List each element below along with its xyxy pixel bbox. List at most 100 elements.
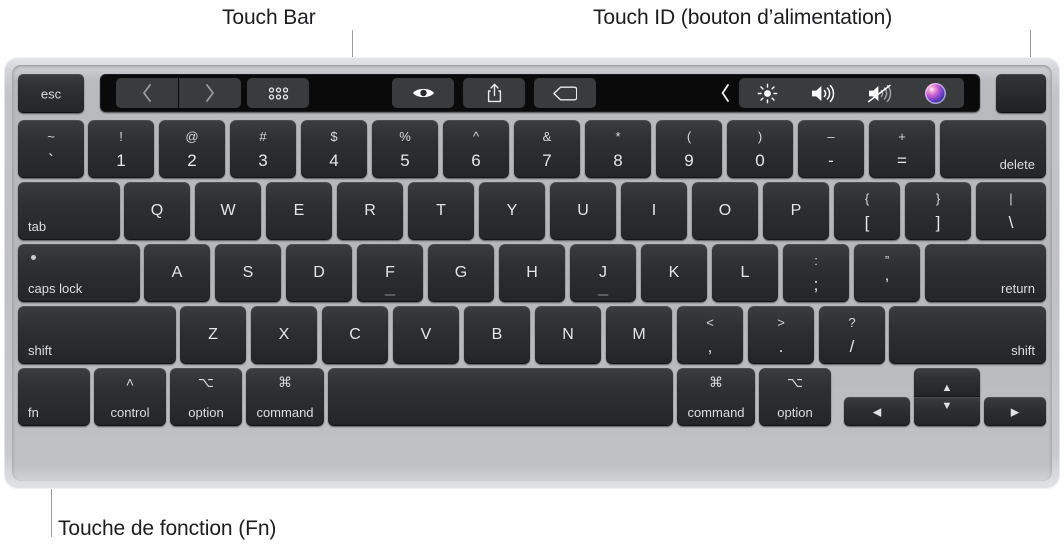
key-w[interactable]: W xyxy=(195,182,261,240)
key-6[interactable]: ^ 6 xyxy=(443,120,509,178)
key-1[interactable]: ! 1 xyxy=(88,120,154,178)
key-j[interactable]: J xyxy=(570,244,636,302)
macbook-keyboard-diagram: Touch Bar Touch ID (bouton d’alimentatio… xyxy=(0,0,1064,551)
siri-icon[interactable] xyxy=(908,78,964,108)
key-arrow-down[interactable]: ▼ xyxy=(914,397,980,426)
touch-bar[interactable] xyxy=(100,74,980,112)
app-grid-icon[interactable] xyxy=(247,78,309,108)
key-k[interactable]: K xyxy=(641,244,707,302)
key-t[interactable]: T xyxy=(408,182,474,240)
volume-up-icon-glyph xyxy=(812,84,835,102)
key-command-left[interactable]: ⌘ command xyxy=(246,368,324,426)
caps-lock-indicator xyxy=(31,255,36,260)
key-a[interactable]: A xyxy=(144,244,210,302)
brightness-icon[interactable] xyxy=(739,78,795,108)
key-o[interactable]: O xyxy=(692,182,758,240)
key-3[interactable]: #3 xyxy=(230,120,296,178)
key-7[interactable]: & 7 xyxy=(514,120,580,178)
key-option-right[interactable]: ⌥ option xyxy=(759,368,831,426)
key-i[interactable]: I xyxy=(621,182,687,240)
key-caps-lock[interactable]: caps lock xyxy=(18,244,140,302)
mute-icon[interactable] xyxy=(852,78,908,108)
callout-touch-bar-label: Touch Bar xyxy=(222,6,316,29)
key-delete-label: delete xyxy=(999,157,1035,172)
key-grave-labels: ~ ` xyxy=(47,128,55,170)
preview-eye-icon-glyph xyxy=(412,88,434,98)
volume-up-icon[interactable] xyxy=(795,78,851,108)
expand-chevron-icon[interactable] xyxy=(714,78,736,108)
key-e[interactable]: E xyxy=(266,182,332,240)
preview-eye-icon[interactable] xyxy=(392,78,454,108)
key-quote[interactable]: ”’ xyxy=(854,244,920,302)
key-4[interactable]: $4 xyxy=(301,120,367,178)
siri-icon-glyph xyxy=(925,82,947,104)
key-arrow-right[interactable]: ▶ xyxy=(984,397,1046,426)
key-option-left[interactable]: ⌥ option xyxy=(170,368,242,426)
forward-icon-glyph xyxy=(206,84,214,102)
key-tab[interactable]: tab xyxy=(18,182,120,240)
back-icon[interactable] xyxy=(116,78,178,108)
tag-icon[interactable] xyxy=(534,78,596,108)
key-grave[interactable]: ~ ` xyxy=(18,120,84,178)
brightness-icon-glyph xyxy=(757,83,778,103)
key-m[interactable]: M xyxy=(606,306,672,364)
home-row-bump-f xyxy=(384,294,396,296)
key-slash[interactable]: ? / xyxy=(819,306,885,364)
key-l[interactable]: L xyxy=(712,244,778,302)
key-minus[interactable]: – - xyxy=(798,120,864,178)
key-p[interactable]: P xyxy=(763,182,829,240)
command-icon: ⌘ xyxy=(278,374,292,390)
key-arrow-left[interactable]: ◀ xyxy=(844,397,910,426)
key-backslash[interactable]: | \ xyxy=(976,182,1046,240)
key-arrow-up[interactable]: ▲ xyxy=(914,368,980,397)
option-icon: ⌥ xyxy=(197,374,215,390)
key-d[interactable]: D xyxy=(286,244,352,302)
arrow-right-icon: ▶ xyxy=(1010,406,1020,418)
touch-id-button[interactable] xyxy=(996,74,1046,113)
key-space[interactable] xyxy=(328,368,673,426)
key-u[interactable]: U xyxy=(550,182,616,240)
key-n[interactable]: N xyxy=(535,306,601,364)
mute-icon-glyph xyxy=(867,84,891,102)
key-c[interactable]: C xyxy=(322,306,388,364)
share-icon[interactable] xyxy=(463,78,525,108)
share-icon-glyph xyxy=(487,83,501,103)
tag-icon-glyph xyxy=(553,86,577,100)
key-s[interactable]: S xyxy=(215,244,281,302)
key-bracket-right[interactable]: }] xyxy=(905,182,971,240)
key-q[interactable]: Q xyxy=(124,182,190,240)
key-return[interactable]: return xyxy=(925,244,1046,302)
key-h[interactable]: H xyxy=(499,244,565,302)
touchbar-system-controls[interactable] xyxy=(739,78,964,108)
key-esc-label: esc xyxy=(40,86,62,101)
arrow-down-icon: ▼ xyxy=(941,400,953,412)
key-b[interactable]: B xyxy=(464,306,530,364)
key-x[interactable]: X xyxy=(251,306,317,364)
key-delete[interactable]: delete xyxy=(940,120,1046,178)
key-shift-left[interactable]: shift xyxy=(18,306,176,364)
key-r[interactable]: R xyxy=(337,182,403,240)
key-f[interactable]: F xyxy=(357,244,423,302)
key-z[interactable]: Z xyxy=(180,306,246,364)
command-icon: ⌘ xyxy=(709,374,723,390)
key-5[interactable]: % 5 xyxy=(372,120,438,178)
key-semicolon[interactable]: :; xyxy=(783,244,849,302)
key-esc[interactable]: esc xyxy=(18,74,84,113)
key-bracket-left[interactable]: {[ xyxy=(834,182,900,240)
key-fn[interactable]: fn xyxy=(18,368,90,426)
key-equal[interactable]: + = xyxy=(869,120,935,178)
key-2[interactable]: @2 xyxy=(159,120,225,178)
key-command-right[interactable]: ⌘ command xyxy=(677,368,755,426)
key-g[interactable]: G xyxy=(428,244,494,302)
key-shift-right[interactable]: shift xyxy=(889,306,1046,364)
key-v[interactable]: V xyxy=(393,306,459,364)
key-y[interactable]: Y xyxy=(479,182,545,240)
key-tab-label: tab xyxy=(28,219,47,234)
forward-icon[interactable] xyxy=(179,78,241,108)
key-comma[interactable]: <, xyxy=(677,306,743,364)
key-9[interactable]: (9 xyxy=(656,120,722,178)
key-0[interactable]: ) 0 xyxy=(727,120,793,178)
key-8[interactable]: * 8 xyxy=(585,120,651,178)
key-control[interactable]: ˄ control xyxy=(94,368,166,426)
key-period[interactable]: >. xyxy=(748,306,814,364)
